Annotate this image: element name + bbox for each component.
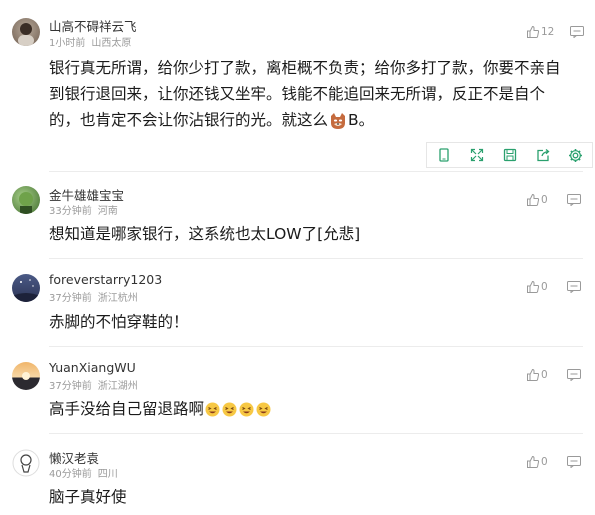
avatar[interactable]: [12, 186, 40, 214]
like-count: 0: [541, 369, 548, 381]
comment-time: 37分钟前: [49, 381, 92, 392]
comment-text: 赤脚的不怕穿鞋的！: [49, 313, 189, 331]
comment-location: 河南: [97, 206, 118, 217]
username[interactable]: foreverstarry1203: [49, 272, 162, 287]
save-icon: [503, 148, 516, 162]
comment-text: 银行真无所谓，给你少打了款，离柜概不负责；给你多打了款，你要不亲自 到银行退回来…: [49, 55, 561, 133]
settings-button[interactable]: [559, 143, 592, 167]
like-button[interactable]: 12: [526, 25, 554, 39]
comment-meta: 33分钟前 河南: [49, 202, 118, 217]
comment-meta: 37分钟前 浙江杭州: [49, 289, 138, 304]
avatar-image: [12, 279, 40, 302]
comment-meta: 40分钟前 四川: [49, 465, 118, 480]
comment-text: 脑子真好使: [49, 488, 127, 506]
avatar[interactable]: [12, 449, 40, 477]
reply-icon[interactable]: [567, 281, 581, 293]
avatar[interactable]: [12, 18, 40, 46]
divider: [49, 171, 583, 172]
comment-line-text: 的，也肯定不会让你沾银行的光。就这么: [49, 111, 329, 129]
laugh-emoji: [222, 402, 237, 417]
save-button[interactable]: [493, 143, 526, 167]
comment-time: 33分钟前: [49, 206, 92, 217]
avatar-image: [19, 192, 33, 214]
comment-line: 银行真无所谓，给你少打了款，离柜概不负责；给你多打了款，你要不亲自: [49, 59, 561, 77]
divider: [49, 258, 583, 259]
settings-icon: [569, 148, 582, 162]
thumbs-up-icon: [527, 25, 540, 38]
thumbs-up-icon: [527, 193, 540, 206]
divider: [49, 433, 583, 434]
share-icon: [536, 148, 550, 162]
smirk-fox-emoji: [331, 112, 346, 129]
like-button[interactable]: 0: [526, 368, 548, 382]
comment-meta: 37分钟前 浙江湖州: [49, 377, 138, 392]
comment-line: 的，也肯定不会让你沾银行的光。就这么 B。: [49, 107, 561, 133]
comment-text-content: 高手没给自己留退路啊: [49, 400, 205, 418]
expand-button[interactable]: [460, 143, 493, 167]
username[interactable]: 山高不碍祥云飞: [49, 16, 137, 35]
phone-button[interactable]: [427, 143, 460, 167]
avatar[interactable]: [12, 362, 40, 390]
laugh-emoji: [205, 402, 220, 417]
comment-text: 想知道是哪家银行，这系统也太LOW了[允悲]: [49, 225, 361, 243]
laugh-emoji: [239, 402, 254, 417]
comment-text: 高手没给自己留退路啊: [49, 396, 272, 422]
like-count: 0: [541, 194, 548, 206]
like-count: 0: [541, 456, 548, 468]
thumbs-up-icon: [527, 455, 540, 468]
reply-icon[interactable]: [567, 369, 581, 381]
comment-meta: 1小时前 山西太原: [49, 34, 131, 49]
reply-icon[interactable]: [570, 26, 584, 38]
comment-line: 到银行退回来，让你还钱又坐牢。钱能不能追回来无所谓，反正不是自个: [49, 85, 546, 103]
comment-time: 40分钟前: [49, 469, 92, 480]
comment-location: 浙江湖州: [97, 381, 138, 392]
thumbs-up-icon: [527, 280, 540, 293]
reply-icon[interactable]: [567, 456, 581, 468]
reply-icon[interactable]: [567, 194, 581, 206]
like-button[interactable]: 0: [526, 193, 548, 207]
avatar-image: [22, 372, 30, 380]
laugh-emoji: [256, 402, 271, 417]
share-button[interactable]: [526, 143, 559, 167]
avatar-image: [12, 449, 40, 477]
expand-icon: [470, 148, 483, 162]
like-button[interactable]: 0: [526, 280, 548, 294]
comment-location: 浙江杭州: [97, 293, 138, 304]
thumbs-up-icon: [527, 368, 540, 381]
phone-icon: [438, 148, 449, 162]
emoji-group: [204, 400, 272, 418]
comment-toolbar: [426, 142, 593, 168]
avatar[interactable]: [12, 274, 40, 302]
divider: [49, 346, 583, 347]
username[interactable]: YuanXiangWU: [49, 360, 136, 375]
comment-location: 四川: [97, 469, 118, 480]
avatar-image: [18, 23, 34, 46]
like-count: 0: [541, 281, 548, 293]
comment-time: 37分钟前: [49, 293, 92, 304]
like-button[interactable]: 0: [526, 455, 548, 469]
comment-line-tail: B。: [348, 111, 375, 129]
comment-location: 山西太原: [91, 38, 132, 49]
like-count: 12: [541, 26, 555, 38]
comment-time: 1小时前: [49, 38, 86, 49]
